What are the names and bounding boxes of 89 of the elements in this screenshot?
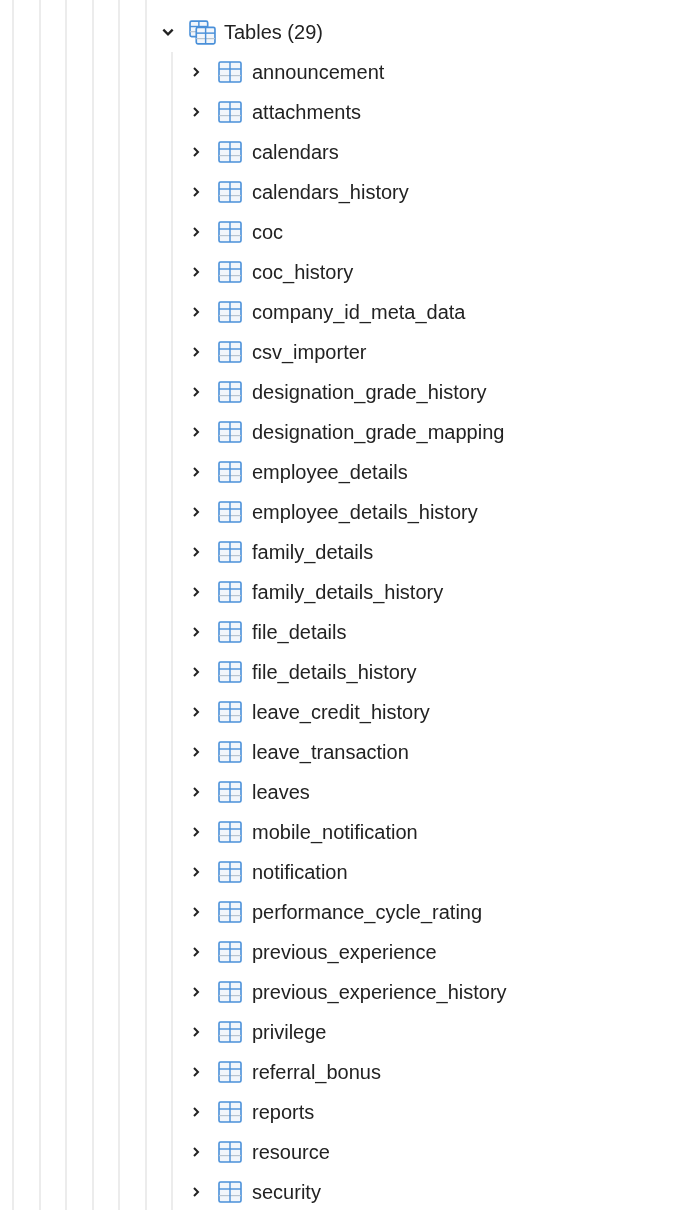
tree-item-label[interactable]: attachments	[252, 100, 361, 124]
table-icon	[218, 501, 242, 523]
chevron-right-icon[interactable]	[190, 386, 202, 398]
tree-item-label[interactable]: designation_grade_mapping	[252, 420, 505, 444]
tree-item-label[interactable]: leave_transaction	[252, 740, 409, 764]
table-icon	[218, 821, 242, 843]
chevron-right-icon[interactable]	[190, 866, 202, 878]
chevron-right-icon[interactable]	[190, 506, 202, 518]
chevron-right-icon[interactable]	[190, 1186, 202, 1198]
chevron-right-icon[interactable]	[190, 66, 202, 78]
table-icon	[218, 261, 242, 283]
table-icon	[218, 341, 242, 363]
chevron-right-icon[interactable]	[190, 306, 202, 318]
chevron-right-icon[interactable]	[190, 106, 202, 118]
chevron-right-icon[interactable]	[190, 546, 202, 558]
tree-item-label[interactable]: calendars	[252, 140, 339, 164]
tree-item-label[interactable]: employee_details_history	[252, 500, 478, 524]
chevron-right-icon[interactable]	[190, 266, 202, 278]
table-icon	[218, 701, 242, 723]
chevron-right-icon[interactable]	[190, 946, 202, 958]
chevron-right-icon[interactable]	[190, 906, 202, 918]
chevron-right-icon[interactable]	[190, 586, 202, 598]
table-icon	[218, 301, 242, 323]
tree-item-label[interactable]: file_details_history	[252, 660, 417, 684]
chevron-right-icon[interactable]	[190, 1066, 202, 1078]
table-icon	[218, 61, 242, 83]
table-icon	[218, 541, 242, 563]
table-icon	[218, 461, 242, 483]
tree-item-label[interactable]: previous_experience_history	[252, 980, 507, 1004]
chevron-right-icon[interactable]	[190, 1026, 202, 1038]
chevron-right-icon[interactable]	[190, 706, 202, 718]
table-icon	[218, 661, 242, 683]
table-icon	[218, 1101, 242, 1123]
table-icon	[218, 381, 242, 403]
table-icon	[218, 941, 242, 963]
tree-item-label[interactable]: file_details	[252, 620, 347, 644]
chevron-right-icon[interactable]	[190, 466, 202, 478]
tree-item-label[interactable]: notification	[252, 860, 348, 884]
tree-item-label[interactable]: leaves	[252, 780, 310, 804]
tree-item-label[interactable]: previous_experience	[252, 940, 437, 964]
chevron-right-icon[interactable]	[190, 146, 202, 158]
tree-item-label[interactable]: coc_history	[252, 260, 354, 284]
table-icon	[218, 141, 242, 163]
tree-item-label[interactable]: calendars_history	[252, 180, 409, 204]
tree-item-label[interactable]: referral_bonus	[252, 1060, 381, 1084]
chevron-right-icon[interactable]	[190, 666, 202, 678]
tree-item-label[interactable]: company_id_meta_data	[252, 300, 466, 324]
table-icon	[218, 621, 242, 643]
tree-item-label[interactable]: performance_cycle_rating	[252, 900, 483, 924]
chevron-right-icon[interactable]	[190, 186, 202, 198]
tree-item-label[interactable]: family_details_history	[252, 580, 444, 604]
chevron-right-icon[interactable]	[190, 626, 202, 638]
table-icon	[218, 421, 242, 443]
chevron-right-icon[interactable]	[190, 786, 202, 798]
table-icon	[218, 901, 242, 923]
tree-item-label[interactable]: privilege	[252, 1020, 327, 1044]
tree-item-label[interactable]: family_details	[252, 540, 374, 564]
table-icon	[218, 861, 242, 883]
table-icon	[218, 981, 242, 1003]
chevron-right-icon[interactable]	[190, 346, 202, 358]
tree-item-label[interactable]: employee_details	[252, 460, 408, 484]
table-icon	[218, 181, 242, 203]
chevron-right-icon[interactable]	[190, 1106, 202, 1118]
table-icon	[218, 781, 242, 803]
chevron-right-icon[interactable]	[190, 746, 202, 758]
tables-icon	[189, 19, 216, 45]
table-icon	[218, 101, 242, 123]
chevron-right-icon[interactable]	[190, 826, 202, 838]
tree-item-label[interactable]: resource	[252, 1140, 330, 1164]
table-icon	[218, 1021, 242, 1043]
tree-item-label[interactable]: mobile_notification	[252, 820, 418, 844]
table-icon	[218, 1141, 242, 1163]
tree-item-label[interactable]: csv_importer	[252, 340, 367, 364]
tree-item-label[interactable]: reports	[252, 1100, 315, 1124]
chevron-right-icon[interactable]	[190, 986, 202, 998]
tree-item-label[interactable]: leave_credit_history	[252, 700, 430, 724]
table-icon	[218, 1181, 242, 1203]
chevron-right-icon[interactable]	[190, 1146, 202, 1158]
tree-item-label[interactable]: coc	[252, 220, 284, 244]
table-icon	[218, 221, 242, 243]
tree-item-label[interactable]: Tables (29)	[224, 20, 323, 44]
tree-item-label[interactable]: designation_grade_history	[252, 380, 487, 404]
table-icon	[218, 581, 242, 603]
tree-item-label[interactable]: security	[252, 1180, 321, 1204]
chevron-right-icon[interactable]	[190, 226, 202, 238]
table-icon	[218, 1061, 242, 1083]
chevron-right-icon[interactable]	[190, 426, 202, 438]
tree-item-label[interactable]: announcement	[252, 60, 385, 84]
table-icon	[218, 741, 242, 763]
